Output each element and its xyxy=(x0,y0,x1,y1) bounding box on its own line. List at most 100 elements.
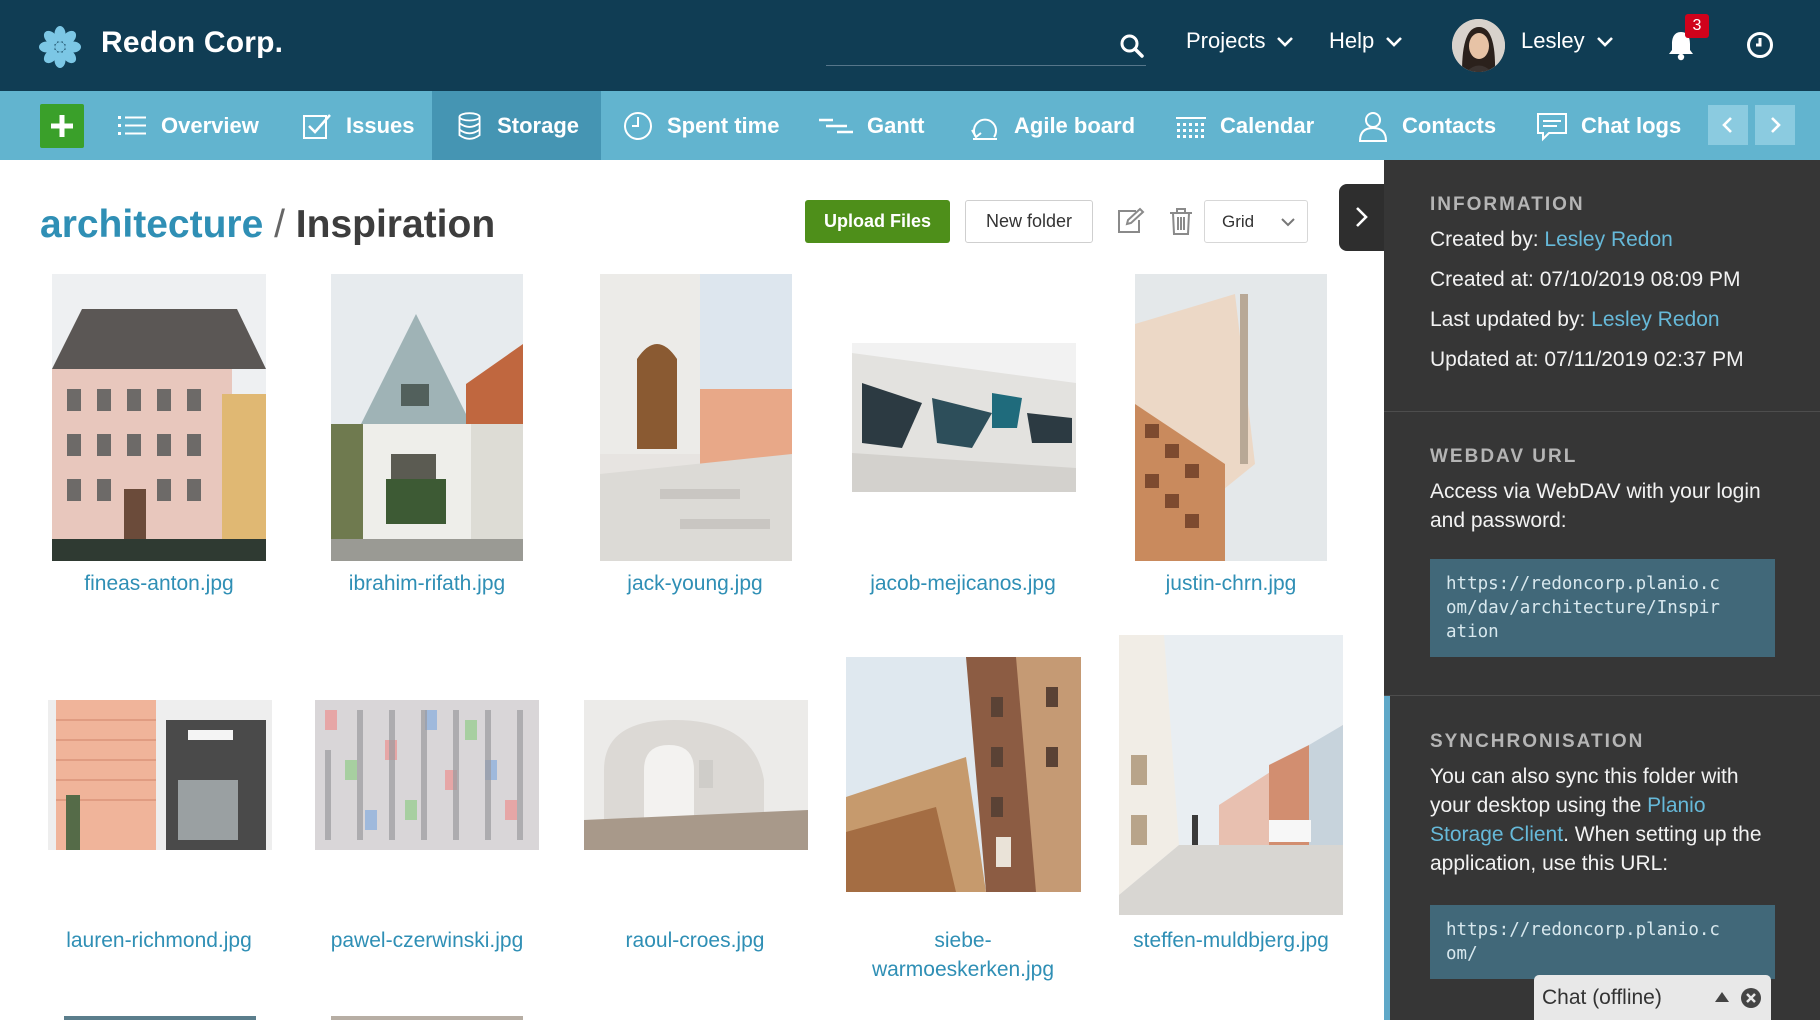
logo-icon[interactable] xyxy=(38,25,82,69)
plus-icon xyxy=(51,115,73,137)
help-menu-label: Help xyxy=(1329,28,1375,53)
file-name-link[interactable]: jack-young.jpg xyxy=(565,569,825,598)
tab-contacts-label: Contacts xyxy=(1402,112,1497,138)
updated-by-user-link[interactable]: Lesley Redon xyxy=(1591,308,1719,331)
chat-widget[interactable]: Chat (offline) xyxy=(1534,975,1771,1020)
list-icon xyxy=(118,115,146,135)
sync-description: You can also sync this folder with your … xyxy=(1384,762,1820,878)
projects-menu-label: Projects xyxy=(1186,28,1266,53)
help-menu[interactable]: Help xyxy=(1329,28,1404,54)
sync-section: SYNCHRONISATION You can also sync this f… xyxy=(1384,731,1820,878)
sync-url-box[interactable]: https://redoncorp.planio.c om/ xyxy=(1430,905,1775,979)
created-by-label: Created by: xyxy=(1430,228,1539,251)
upload-files-button[interactable]: Upload Files xyxy=(805,200,950,243)
calendar-icon xyxy=(1176,116,1206,138)
tab-gantt[interactable]: Gantt xyxy=(795,91,946,160)
created-by-user-link[interactable]: Lesley Redon xyxy=(1544,228,1672,251)
chat-status-label: Chat (offline) xyxy=(1542,986,1662,1009)
tab-issues-label: Issues xyxy=(346,112,415,138)
new-folder-button[interactable]: New folder xyxy=(965,200,1093,243)
brand-name[interactable]: Redon Corp. xyxy=(101,26,283,60)
file-thumbnail-partial[interactable] xyxy=(331,1016,523,1020)
tab-calendar-label: Calendar xyxy=(1220,112,1315,138)
notification-count-badge: 3 xyxy=(1685,14,1709,38)
trash-icon[interactable] xyxy=(1168,206,1194,236)
created-by-line: Created by: Lesley Redon xyxy=(1384,225,1820,254)
file-name-link[interactable]: justin-chrn.jpg xyxy=(1101,569,1361,598)
tab-overview-label: Overview xyxy=(161,112,259,138)
top-header: Redon Corp. Projects Help Lesley 3 xyxy=(0,0,1820,91)
info-sidebar: INFORMATION Created by: Lesley Redon Cre… xyxy=(1384,160,1820,1020)
tab-issues[interactable]: Issues xyxy=(278,91,437,160)
file-thumbnail-partial[interactable] xyxy=(64,1016,256,1020)
sidebar-collapse-button[interactable] xyxy=(1339,184,1384,251)
caret-up-icon[interactable] xyxy=(1714,991,1730,1003)
view-mode-value: Grid xyxy=(1222,212,1255,231)
page-title: Inspiration xyxy=(295,203,496,246)
chevron-down-icon xyxy=(1386,37,1403,47)
file-thumbnail-siebe-warmoeskerken[interactable] xyxy=(846,657,1081,892)
tab-chat-logs[interactable]: Chat logs xyxy=(1513,91,1703,160)
webdav-url-box[interactable]: https://redoncorp.planio.c om/dav/archit… xyxy=(1430,559,1775,657)
file-name-link[interactable]: steffen-muldbjerg.jpg xyxy=(1101,926,1361,955)
breadcrumb: architecture / Inspiration xyxy=(40,203,495,247)
tab-gantt-label: Gantt xyxy=(867,112,925,138)
avatar[interactable] xyxy=(1452,19,1505,72)
breadcrumb-separator: / xyxy=(274,203,285,246)
file-name-line: siebe- xyxy=(934,929,992,952)
section-divider xyxy=(1384,695,1820,696)
edit-icon[interactable] xyxy=(1115,206,1145,236)
file-thumbnail-lauren-richmond[interactable] xyxy=(48,700,272,850)
information-section: INFORMATION Created by: Lesley Redon Cre… xyxy=(1384,194,1820,374)
nav-next-button[interactable] xyxy=(1755,105,1795,145)
file-name-link[interactable]: jacob-mejicanos.jpg xyxy=(833,569,1093,598)
file-thumbnail-justin-chrn[interactable] xyxy=(1135,274,1327,561)
user-menu[interactable]: Lesley xyxy=(1521,28,1615,54)
close-icon[interactable] xyxy=(1740,987,1762,1009)
projects-menu[interactable]: Projects xyxy=(1186,28,1295,54)
chat-icon xyxy=(1537,112,1567,141)
chevron-down-icon xyxy=(1596,37,1613,47)
webdav-description: Access via WebDAV with your login and pa… xyxy=(1430,480,1761,532)
created-at-line: Created at: 07/10/2019 08:09 PM xyxy=(1430,268,1741,291)
information-title: INFORMATION xyxy=(1430,194,1585,215)
file-name-link[interactable]: pawel-czerwinski.jpg xyxy=(297,926,557,955)
chevron-right-icon xyxy=(1771,117,1781,133)
tab-spent-time-label: Spent time xyxy=(667,112,780,138)
person-icon xyxy=(1358,111,1388,142)
file-name-link[interactable]: ibrahim-rifath.jpg xyxy=(297,569,557,598)
file-name-link[interactable]: raoul-croes.jpg xyxy=(565,926,825,955)
file-thumbnail-pawel-czerwinski[interactable] xyxy=(315,700,539,850)
webdav-title: WEBDAV URL xyxy=(1430,446,1578,467)
file-name-link[interactable]: lauren-richmond.jpg xyxy=(29,926,289,955)
clock-icon[interactable] xyxy=(1745,30,1775,60)
tab-agile-board[interactable]: Agile board xyxy=(946,91,1157,160)
breadcrumb-parent-link[interactable]: architecture xyxy=(40,203,263,246)
file-thumbnail-jack-young[interactable] xyxy=(600,274,792,561)
search-box xyxy=(826,28,1146,66)
gantt-icon xyxy=(819,118,853,133)
file-thumbnail-fineas-anton[interactable] xyxy=(52,274,266,561)
tab-agile-board-label: Agile board xyxy=(1014,112,1136,138)
file-name-line: warmoeskerken.jpg xyxy=(871,958,1055,981)
tab-calendar[interactable]: Calendar xyxy=(1152,91,1336,160)
user-name: Lesley xyxy=(1521,28,1585,53)
search-input[interactable] xyxy=(826,28,1096,64)
search-icon[interactable] xyxy=(1118,32,1146,60)
view-mode-select[interactable]: Grid xyxy=(1204,200,1308,243)
agile-icon xyxy=(971,118,997,140)
tab-overview[interactable]: Overview xyxy=(93,91,281,160)
tab-contacts[interactable]: Contacts xyxy=(1334,91,1518,160)
tab-storage[interactable]: Storage xyxy=(432,91,601,160)
file-thumbnail-jacob-mejicanos[interactable] xyxy=(852,343,1076,492)
file-name-link[interactable]: siebe- warmoeskerken.jpg xyxy=(833,926,1093,984)
file-thumbnail-ibrahim-rifath[interactable] xyxy=(331,274,523,561)
section-divider xyxy=(1384,411,1820,412)
file-thumbnail-raoul-croes[interactable] xyxy=(584,700,808,850)
add-button[interactable] xyxy=(40,104,84,148)
file-name-link[interactable]: fineas-anton.jpg xyxy=(29,569,289,598)
file-thumbnail-steffen-muldbjerg[interactable] xyxy=(1119,635,1343,915)
nav-prev-button[interactable] xyxy=(1708,105,1748,145)
tab-spent-time[interactable]: Spent time xyxy=(599,91,801,160)
updated-by-line: Last updated by: Lesley Redon xyxy=(1384,305,1820,334)
